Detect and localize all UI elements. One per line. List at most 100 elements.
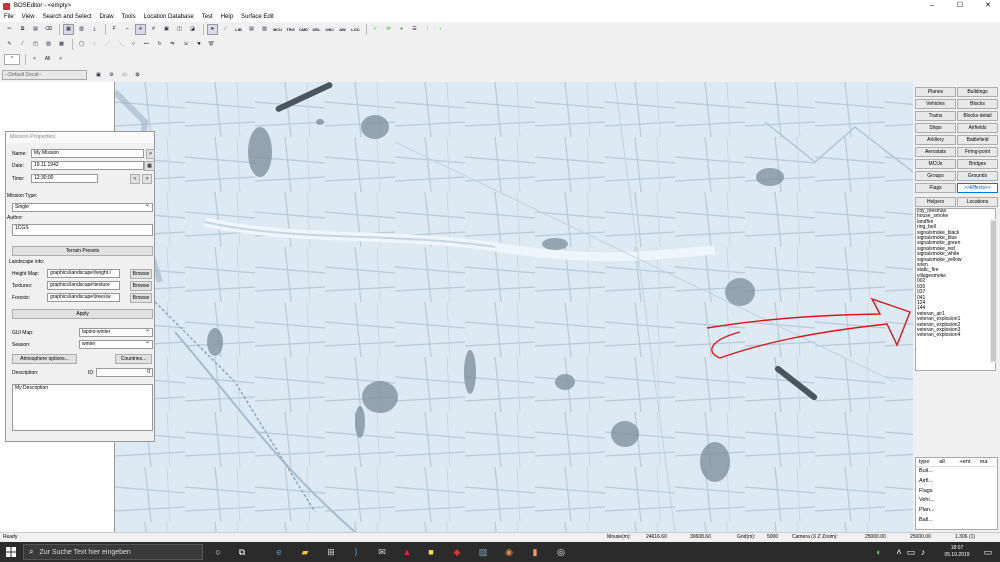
- apply-button[interactable]: Apply: [12, 309, 153, 319]
- terrain-presets-button[interactable]: Terrain Presets: [12, 246, 153, 256]
- game-icon[interactable]: ◆: [451, 546, 463, 558]
- tab-locations[interactable]: Locations: [957, 197, 998, 207]
- season-select[interactable]: winter: [79, 339, 153, 349]
- scrollbar-thumb[interactable]: [991, 221, 996, 361]
- pointer-icon[interactable]: ➤: [207, 23, 218, 35]
- network-icon[interactable]: ▭: [905, 546, 917, 558]
- tab-helpers[interactable]: Helpers: [915, 197, 956, 207]
- menu-tools[interactable]: Tools: [118, 12, 140, 22]
- pin-icon[interactable]: ♀: [435, 24, 446, 35]
- tab-icon[interactable]: ▧: [259, 24, 270, 35]
- forward-icon[interactable]: >: [55, 54, 66, 65]
- mcu-trg-icon[interactable]: TRG: [285, 24, 296, 35]
- table-row[interactable]: Plan...: [916, 506, 997, 516]
- chart-icon[interactable]: ⟋: [220, 24, 231, 35]
- cat-flags[interactable]: Flags: [915, 183, 956, 193]
- mcu-cmd-icon[interactable]: CMD: [298, 24, 309, 35]
- task-view-icon[interactable]: ⧉: [236, 546, 248, 558]
- menu-draw[interactable]: Draw: [96, 12, 118, 22]
- cat-bridges[interactable]: Bridges: [957, 159, 998, 169]
- store-icon[interactable]: ⊞: [325, 546, 337, 558]
- cat-planes[interactable]: Planes: [915, 87, 956, 97]
- check-icon[interactable]: ✓: [370, 24, 381, 35]
- steam-icon[interactable]: ◎: [555, 546, 567, 558]
- decal-image-icon[interactable]: ▣: [93, 69, 104, 80]
- mission-name-input[interactable]: My Mission: [31, 149, 144, 158]
- heightmap-browse-button[interactable]: Browse: [130, 269, 152, 279]
- forests-input[interactable]: graphics\landscape\trees\w: [47, 293, 120, 302]
- heightmap-input[interactable]: graphics\landscape\height.l: [47, 269, 120, 278]
- loc-icon[interactable]: LOC: [350, 24, 361, 35]
- clear-icon[interactable]: ⌫: [43, 24, 54, 35]
- menu-search-select[interactable]: Search and Select: [39, 12, 96, 22]
- node-add-icon[interactable]: ⋱: [115, 39, 126, 50]
- menu-help[interactable]: Help: [217, 12, 237, 22]
- cat-battlefield[interactable]: Battlefield: [957, 135, 998, 145]
- decal-minus-icon[interactable]: ▭: [119, 69, 130, 80]
- cut-icon[interactable]: ✂: [4, 24, 15, 35]
- menu-test[interactable]: Test: [198, 12, 217, 22]
- table-row[interactable]: Ball...: [916, 516, 997, 526]
- taskbar-search[interactable]: ⌕ Zur Suche Text hier eingeben: [23, 544, 203, 560]
- decal-gear-icon[interactable]: ⚙: [106, 69, 117, 80]
- lasso-icon[interactable]: ➰: [206, 39, 217, 50]
- cat-groups[interactable]: Groups: [915, 171, 956, 181]
- col-type[interactable]: type: [916, 458, 936, 466]
- waypoint-icon[interactable]: ⁜: [135, 23, 146, 35]
- id-input[interactable]: 0: [96, 368, 153, 377]
- paste-icon[interactable]: ▤: [30, 24, 41, 35]
- maximize-button[interactable]: ☐: [950, 0, 970, 12]
- copy-icon[interactable]: ⧉: [17, 24, 28, 35]
- name-more-button[interactable]: >: [146, 149, 155, 159]
- picture-icon[interactable]: ▩: [56, 39, 67, 50]
- arrow-up-icon[interactable]: ↑: [422, 24, 433, 35]
- decal-close-icon[interactable]: ⊠: [132, 69, 143, 80]
- map-view[interactable]: [115, 82, 913, 532]
- menu-view[interactable]: View: [18, 12, 39, 22]
- cat-buildings[interactable]: Buildings: [957, 87, 998, 97]
- firefox-icon[interactable]: ◉: [503, 546, 515, 558]
- author-input[interactable]: 1CGS: [12, 224, 153, 236]
- table-icon[interactable]: ▤: [246, 24, 257, 35]
- gui-map-select[interactable]: lapino-winter: [79, 327, 153, 337]
- rotate-icon[interactable]: ↻: [154, 39, 165, 50]
- description-textarea[interactable]: My Description: [12, 384, 153, 431]
- cat-aerostats[interactable]: Aerostats: [915, 147, 956, 157]
- node-move-icon[interactable]: ⊹: [128, 39, 139, 50]
- cat-effects[interactable]: >>Effects<<: [957, 183, 998, 193]
- effects-scrollbar[interactable]: [990, 219, 997, 363]
- close-button[interactable]: ✕: [978, 0, 998, 12]
- col-ma[interactable]: ma: [977, 458, 997, 466]
- atmosphere-options-button[interactable]: Atmosphere options...: [12, 354, 77, 364]
- countries-button[interactable]: Countries...: [115, 354, 152, 364]
- explorer-icon[interactable]: ▰: [299, 546, 311, 558]
- lib-icon[interactable]: LIB: [233, 24, 244, 35]
- cat-grounds[interactable]: Grounds: [957, 171, 998, 181]
- menu-surface-edit[interactable]: Surface Edit: [237, 12, 278, 22]
- chevron-up-icon[interactable]: ˄: [893, 546, 905, 558]
- cat-mcus[interactable]: MCUs: [915, 159, 956, 169]
- dotted-circle-icon[interactable]: ◌: [89, 39, 100, 50]
- textures-input[interactable]: graphics\landscape\texture: [47, 281, 120, 290]
- mail-app-icon[interactable]: ✉: [376, 546, 388, 558]
- col-all[interactable]: all: [936, 458, 956, 466]
- cat-firing-point[interactable]: Firing-point: [957, 147, 998, 157]
- list-item[interactable]: veteran_explosion4: [916, 332, 995, 338]
- cat-blocks-detail[interactable]: Blocks-detail: [957, 111, 998, 121]
- mission-type-select[interactable]: Single: [12, 202, 153, 212]
- boseditor-app-icon[interactable]: ▲: [401, 546, 413, 558]
- flag-icon[interactable]: F: [109, 24, 120, 35]
- calendar-icon[interactable]: ▦: [144, 161, 155, 171]
- brush-icon[interactable]: ⁄: [17, 39, 28, 50]
- circle-icon[interactable]: ◯: [76, 39, 87, 50]
- eraser-icon[interactable]: ◰: [30, 39, 41, 50]
- cat-artillery[interactable]: Artillery: [915, 135, 956, 145]
- time-input[interactable]: 12:30:00: [31, 174, 98, 183]
- volume-icon[interactable]: ♪: [917, 546, 929, 558]
- fingerprint-icon[interactable]: ▮: [529, 546, 541, 558]
- mirror-icon[interactable]: ⇋: [167, 39, 178, 50]
- hand-icon[interactable]: ☚: [193, 39, 204, 50]
- decal-select[interactable]: --Default Decal--: [2, 69, 87, 80]
- minimize-button[interactable]: –: [922, 0, 942, 12]
- vscode-icon[interactable]: ⟩: [350, 546, 362, 558]
